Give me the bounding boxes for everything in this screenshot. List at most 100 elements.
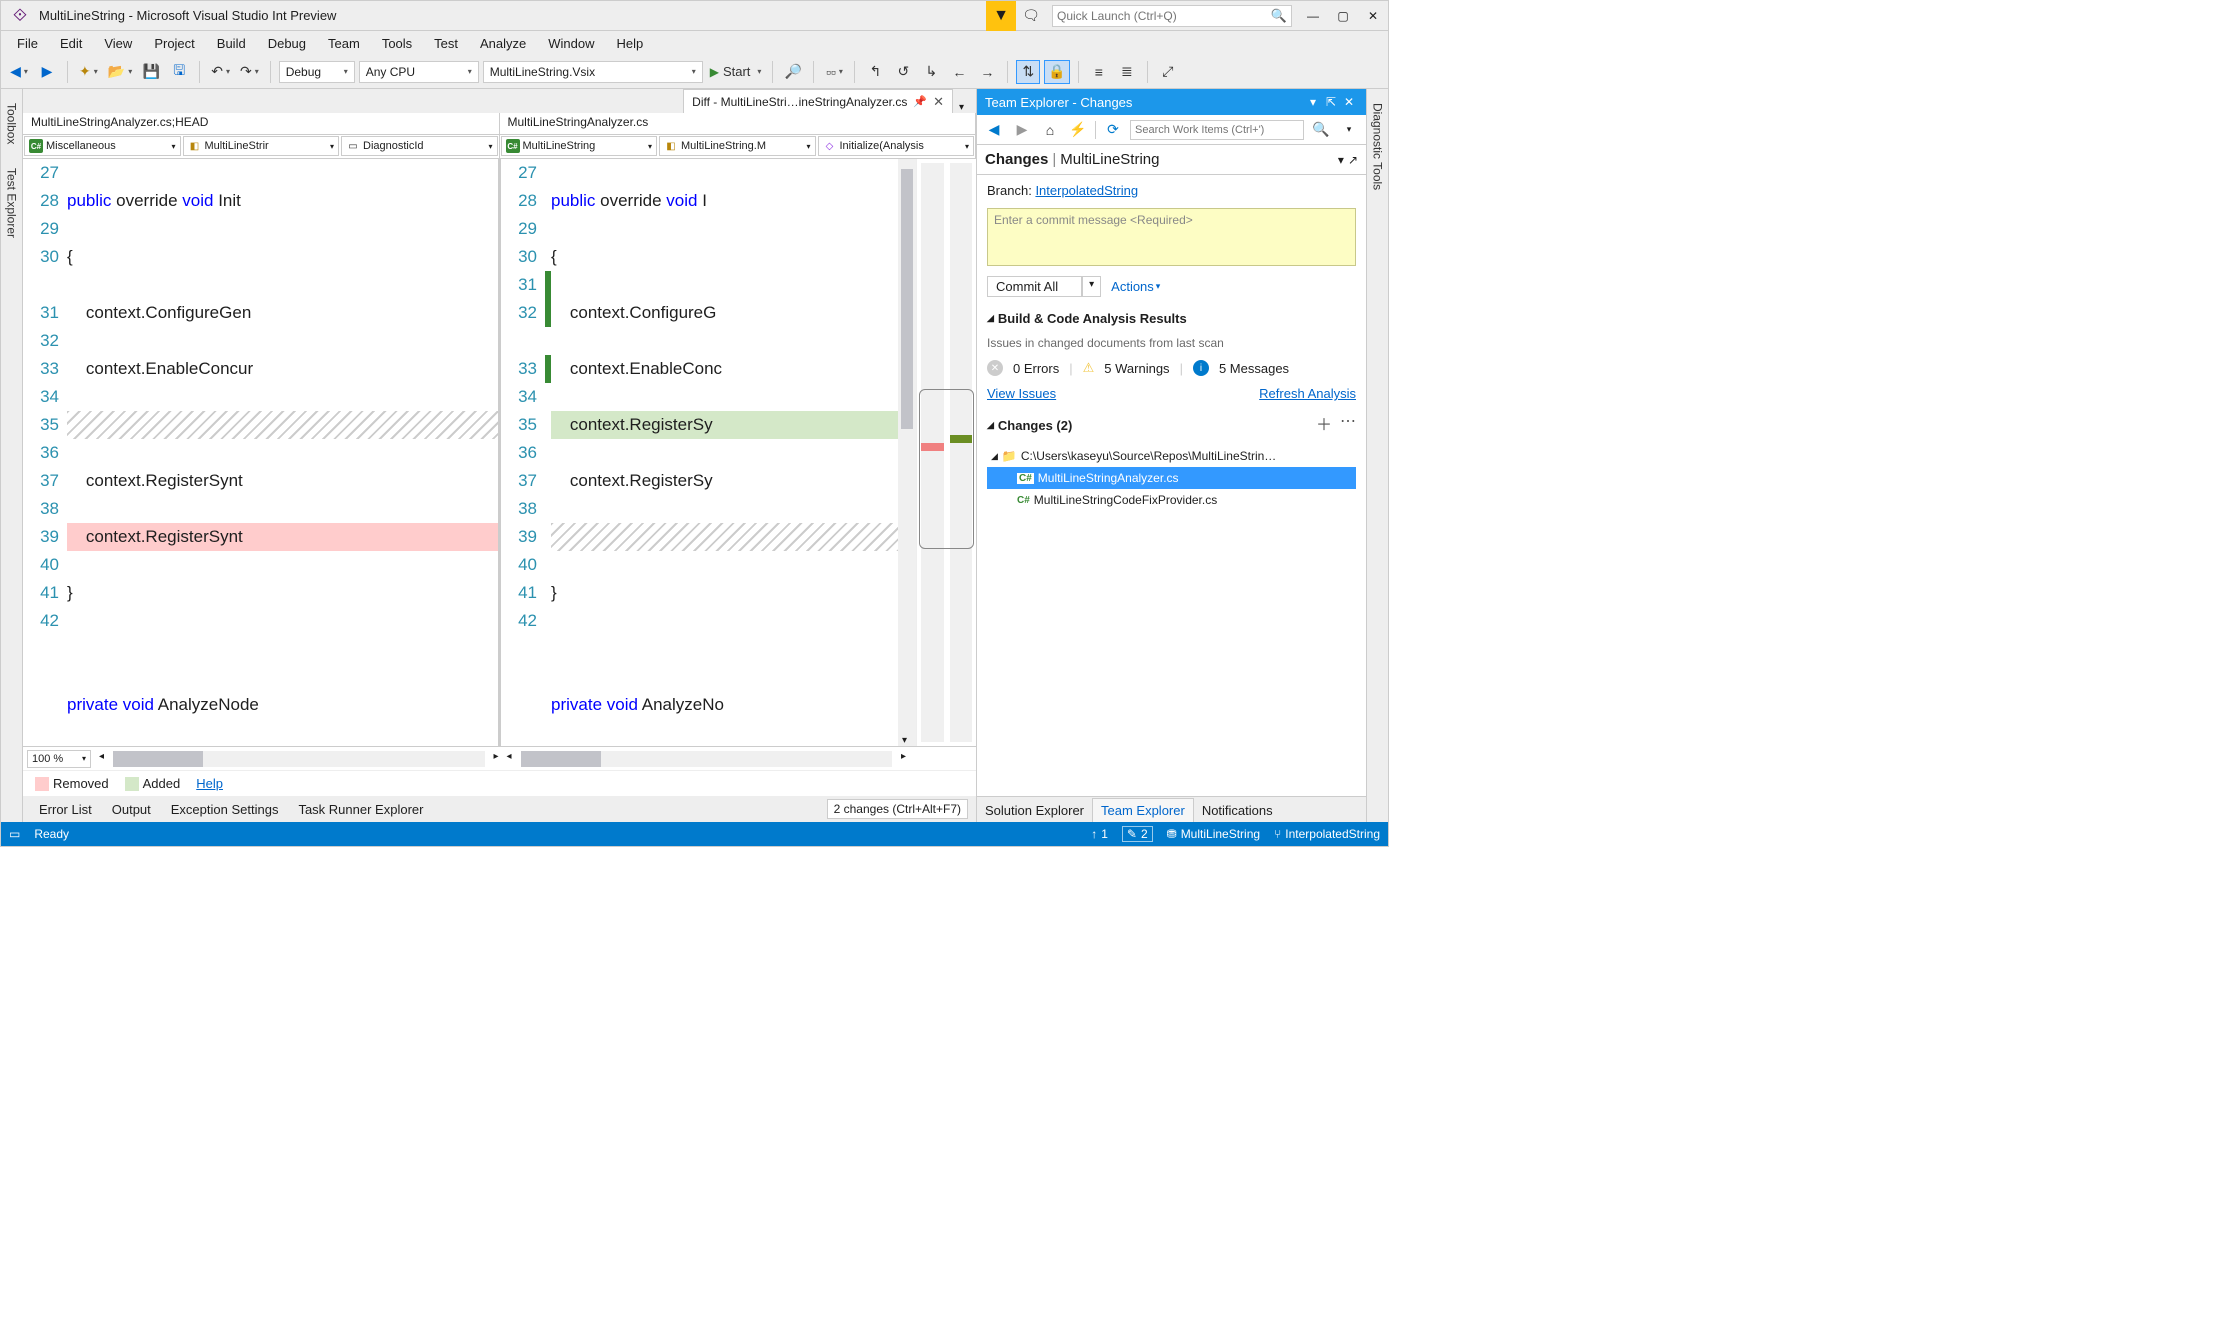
team-explorer-tab[interactable]: Team Explorer [1092, 798, 1194, 822]
arrow-left-button[interactable]: ← [947, 60, 971, 84]
toolbox-tab[interactable]: Toolbox [3, 97, 21, 150]
te-home-icon[interactable]: ⌂ [1039, 119, 1061, 141]
changes-header[interactable]: Changes (2) [987, 418, 1072, 433]
startup-combo[interactable]: MultiLineString.Vsix [483, 61, 703, 83]
nav-fwd-button[interactable]: ▶ [35, 60, 59, 84]
te-search[interactable] [1130, 120, 1304, 140]
results-header[interactable]: Build & Code Analysis Results [987, 311, 1356, 326]
save-all-button[interactable]: 🖫 [167, 60, 191, 84]
close-button[interactable]: ✕ [1358, 1, 1388, 31]
menu-edit[interactable]: Edit [50, 34, 92, 53]
te-plug-icon[interactable]: ⚡ [1067, 119, 1089, 141]
feedback-icon[interactable]: 🗨 [1016, 7, 1046, 24]
add-icon[interactable]: ＋ [1316, 411, 1332, 435]
more-icon[interactable]: ⋯ [1340, 411, 1356, 435]
actions-link[interactable]: Actions ▾ [1111, 279, 1160, 294]
panel-pin-icon[interactable]: ⇱ [1322, 95, 1340, 109]
start-button[interactable]: ▶Start [707, 60, 765, 84]
te-refresh-icon[interactable]: ⟳ [1102, 119, 1124, 141]
menu-team[interactable]: Team [318, 34, 370, 53]
nav-left-member[interactable]: ▭DiagnosticId [341, 136, 498, 156]
te-search-input[interactable] [1135, 124, 1299, 136]
diff-left-pane[interactable]: 27282930 313233343536373839404142 public… [23, 159, 498, 746]
menu-tools[interactable]: Tools [372, 34, 422, 53]
nav-right-member[interactable]: ◇Initialize(Analysis [818, 136, 975, 156]
left-code[interactable]: public override void Init { context.Conf… [67, 159, 498, 746]
commit-split-button[interactable]: ▾ [1082, 276, 1101, 297]
expand-button[interactable]: ⤢ [1156, 60, 1180, 84]
menu-help[interactable]: Help [607, 34, 654, 53]
redo-button[interactable]: ↷ [237, 60, 262, 84]
te-back-icon[interactable]: ◀ [983, 119, 1005, 141]
menu-test[interactable]: Test [424, 34, 468, 53]
find-button[interactable]: 🔎 [781, 60, 805, 84]
toggle-lock-button[interactable]: 🔒 [1044, 60, 1069, 84]
layout-button[interactable]: ▫▫ [822, 60, 846, 84]
quick-launch[interactable]: 🔍 [1052, 5, 1292, 27]
panel-close-icon[interactable]: ✕ [1340, 95, 1358, 109]
pin-icon[interactable]: 📌 [913, 95, 927, 108]
search-icon[interactable]: 🔍 [1271, 8, 1287, 24]
nav-right-project[interactable]: C#MultiLineString [501, 136, 658, 156]
nav-left-class[interactable]: ◧MultiLineStrir [183, 136, 340, 156]
commit-message-input[interactable]: Enter a commit message <Required> [987, 208, 1356, 266]
tree-folder[interactable]: ◢📁C:\Users\kaseyu\Source\Repos\MultiLine… [987, 445, 1356, 467]
status-branch[interactable]: ⑂ InterpolatedString [1274, 827, 1380, 841]
quick-launch-input[interactable] [1057, 9, 1271, 23]
tree-file-1[interactable]: C#MultiLineStringAnalyzer.cs [987, 467, 1356, 489]
commit-all-button[interactable]: Commit All [987, 276, 1082, 297]
right-code[interactable]: public override void I { context.Configu… [551, 159, 898, 746]
new-project-button[interactable]: ✦ [76, 60, 101, 84]
status-project[interactable]: ⛃ MultiLineString [1167, 827, 1260, 841]
te-search-dd-icon[interactable]: ▾ [1338, 119, 1360, 141]
toggle-a-button[interactable]: ⇅ [1016, 60, 1040, 84]
nav-left-project[interactable]: C#Miscellaneous [24, 136, 181, 156]
open-button[interactable]: 📂 [105, 60, 135, 84]
output-tab[interactable]: Output [104, 799, 159, 820]
step-in-button[interactable]: ↳ [919, 60, 943, 84]
task-runner-tab[interactable]: Task Runner Explorer [290, 799, 431, 820]
step-out-button[interactable]: ↰ [863, 60, 887, 84]
close-tab-icon[interactable]: ✕ [933, 94, 944, 110]
nav-back-button[interactable]: ◀ [7, 60, 31, 84]
solution-explorer-tab[interactable]: Solution Explorer [977, 799, 1092, 822]
te-search-go-icon[interactable]: 🔍 [1310, 119, 1332, 141]
diagnostic-tools-tab[interactable]: Diagnostic Tools [1369, 97, 1387, 196]
test-explorer-tab[interactable]: Test Explorer [3, 162, 21, 244]
nav-right-class[interactable]: ◧MultiLineString.M [659, 136, 816, 156]
menu-file[interactable]: File [7, 34, 48, 53]
menu-debug[interactable]: Debug [258, 34, 316, 53]
menu-analyze[interactable]: Analyze [470, 34, 536, 53]
te-fwd-icon[interactable]: ▶ [1011, 119, 1033, 141]
menu-view[interactable]: View [94, 34, 142, 53]
right-hscroll[interactable] [521, 751, 893, 767]
te-popout-icon[interactable]: ↗ [1348, 153, 1358, 167]
status-push[interactable]: ↑ 1 [1091, 827, 1108, 841]
maximize-button[interactable]: ▢ [1328, 1, 1358, 31]
diff-tab[interactable]: Diff - MultiLineStri…ineStringAnalyzer.c… [683, 89, 953, 113]
panel-dropdown-icon[interactable]: ▾ [1304, 95, 1322, 109]
vertical-scrollbar[interactable]: ▾ [898, 159, 916, 746]
indent-button[interactable]: ≡ [1087, 60, 1111, 84]
step-over-button[interactable]: ↺ [891, 60, 915, 84]
outdent-button[interactable]: ≣ [1115, 60, 1139, 84]
undo-button[interactable]: ↶ [208, 60, 233, 84]
platform-combo[interactable]: Any CPU [359, 61, 479, 83]
legend-help-link[interactable]: Help [196, 776, 223, 791]
view-issues-link[interactable]: View Issues [987, 386, 1056, 401]
menu-project[interactable]: Project [144, 34, 204, 53]
config-combo[interactable]: Debug [279, 61, 355, 83]
arrow-right-button[interactable]: → [975, 60, 999, 84]
status-pending[interactable]: ✎ 2 [1122, 826, 1153, 842]
branch-link[interactable]: InterpolatedString [1035, 183, 1138, 198]
zoom-combo[interactable]: 100 % [27, 750, 91, 768]
overview-margin[interactable] [916, 159, 976, 746]
preview-badge-icon[interactable]: ▼ [986, 1, 1016, 31]
diff-right-pane[interactable]: 272829303132 33343536373839404142 public… [501, 159, 976, 746]
minimize-button[interactable]: — [1298, 1, 1328, 31]
te-hdr-dd-icon[interactable]: ▾ [1338, 153, 1344, 167]
left-hscroll[interactable] [113, 751, 485, 767]
tab-overflow-icon[interactable]: ▾ [953, 102, 970, 113]
error-list-tab[interactable]: Error List [31, 799, 100, 820]
notifications-tab[interactable]: Notifications [1194, 799, 1281, 822]
